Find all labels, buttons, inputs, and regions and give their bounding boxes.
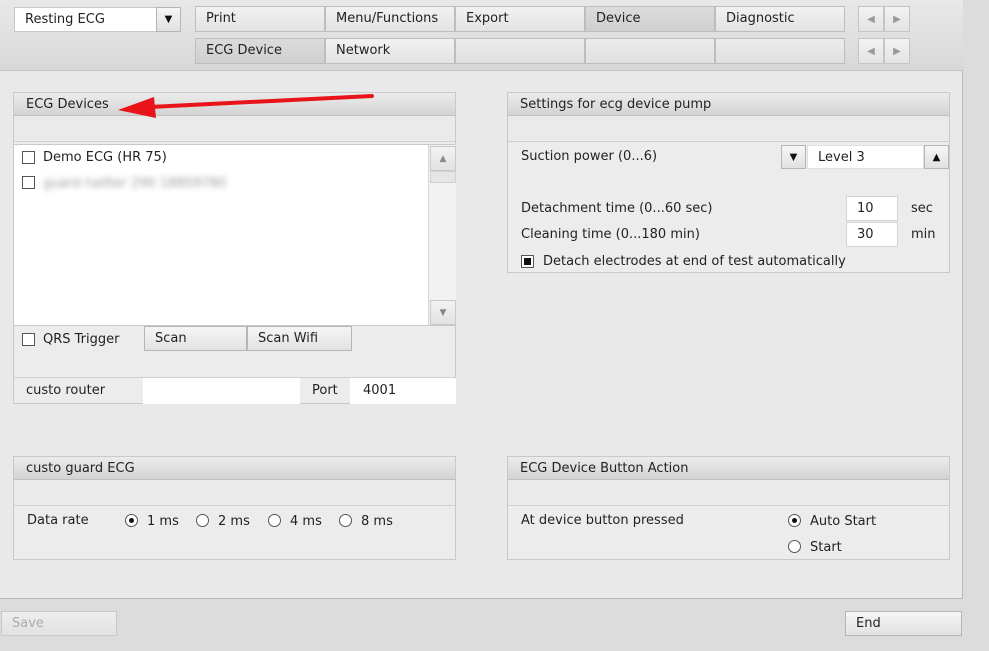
scan-button[interactable]: Scan [144,326,247,351]
scrollbar[interactable]: ▲ ▼ [428,145,456,325]
list-item[interactable]: Demo ECG (HR 75) [14,145,428,171]
group-title: ECG Device Button Action [508,457,949,480]
button-label: Scan Wifi [258,331,319,346]
custo-guard-group: custo guard ECG Data rate 1 ms 2 ms 4 ms… [13,456,456,560]
cleaning-time-label: Cleaning time (0...180 min) [521,227,700,242]
mode-select[interactable]: Resting ECG ▼ [14,7,181,32]
chevron-left-icon[interactable]: ◀ [858,6,884,32]
tab-label: Menu/Functions [336,11,439,26]
tab-label: Device [596,11,641,26]
tab-label: ECG Device [206,43,282,58]
mode-select-value: Resting ECG [25,12,105,27]
port-input[interactable]: 4001 [350,378,456,404]
cleaning-unit: min [911,227,936,242]
end-button[interactable]: End [845,611,962,636]
group-subheader [508,480,949,506]
main-panel: Resting ECG ▼ Print Menu/Functions Expor… [0,0,963,599]
router-row: custo router Port 4001 [14,377,456,404]
start-label: Start [810,540,842,555]
rate-radio-1ms[interactable] [125,514,138,527]
chevron-down-icon[interactable]: ▼ [156,7,181,32]
rate-label: 2 ms [218,514,250,529]
group-subheader [14,480,455,506]
save-button[interactable]: Save [1,611,117,636]
rate-radio-2ms[interactable] [196,514,209,527]
button-label: End [856,616,881,631]
tab-ecg-device[interactable]: ECG Device [195,38,325,64]
data-rate-label: Data rate [27,513,89,528]
button-action-group: ECG Device Button Action At device butto… [507,456,950,560]
device-checkbox[interactable] [22,176,35,189]
group-subheader [508,116,949,142]
router-input[interactable] [143,378,300,404]
port-label: Port [312,383,338,398]
tab-label: Print [206,11,236,26]
scan-wifi-button[interactable]: Scan Wifi [247,326,352,351]
device-label: guard hallter 290 18859780 [43,176,227,191]
chevron-right-icon[interactable]: ▶ [884,6,910,32]
rate-label: 4 ms [290,514,322,529]
annotation-arrow-icon [118,94,374,118]
tab-diagnostic[interactable]: Diagnostic [715,6,845,32]
cleaning-time-input[interactable]: 30 [846,222,898,247]
router-label: custo router [26,383,106,398]
detachment-time-input[interactable]: 10 [846,196,898,221]
button-label: Save [12,616,44,631]
top-toolbar: Resting ECG ▼ Print Menu/Functions Expor… [0,0,963,71]
tab-print[interactable]: Print [195,6,325,32]
detachment-unit: sec [911,201,933,216]
chevron-right-icon[interactable]: ▶ [884,38,910,64]
button-label: Scan [155,331,187,346]
list-item[interactable]: guard hallter 290 18859780 [14,171,428,197]
tab-device[interactable]: Device [585,6,715,32]
tab-label: Network [336,43,391,58]
device-list[interactable]: Demo ECG (HR 75) guard hallter 290 18859… [14,144,456,326]
rate-radio-8ms[interactable] [339,514,352,527]
tab-label: Diagnostic [726,11,795,26]
detach-auto-checkbox[interactable] [521,255,534,268]
auto-start-label: Auto Start [810,514,877,529]
device-label: Demo ECG (HR 75) [43,150,167,165]
tab-menu-functions[interactable]: Menu/Functions [325,6,455,32]
decrease-icon[interactable]: ▼ [781,145,806,169]
tab-label: Export [466,11,509,26]
tab-empty [455,38,585,64]
chevron-left-icon[interactable]: ◀ [858,38,884,64]
detach-auto-label: Detach electrodes at end of test automat… [543,254,846,269]
suction-power-value: Level 3 [818,150,865,165]
rate-radio-4ms[interactable] [268,514,281,527]
device-checkbox[interactable] [22,151,35,164]
start-radio[interactable] [788,540,801,553]
group-title: custo guard ECG [14,457,455,480]
scroll-thumb[interactable] [430,171,456,183]
scroll-up-icon[interactable]: ▲ [430,146,456,171]
suction-power-label: Suction power (0...6) [521,149,658,164]
tab-empty [585,38,715,64]
qrs-trigger-checkbox[interactable] [22,333,35,346]
button-action-prompt: At device button pressed [521,513,684,528]
pump-settings-group: Settings for ecg device pump Suction pow… [507,92,950,273]
tab-export[interactable]: Export [455,6,585,32]
rate-label: 1 ms [147,514,179,529]
increase-icon[interactable]: ▲ [924,145,949,169]
detachment-time-label: Detachment time (0...60 sec) [521,201,713,216]
group-title: Settings for ecg device pump [508,93,949,116]
ecg-devices-group: ECG Devices Demo ECG (HR 75) guard hallt… [13,92,456,404]
qrs-trigger-label: QRS Trigger [43,332,120,347]
auto-start-radio[interactable] [788,514,801,527]
suction-power-select[interactable]: Level 3 [807,145,924,169]
tab-empty [715,38,845,64]
tab-network[interactable]: Network [325,38,455,64]
scroll-down-icon[interactable]: ▼ [430,300,456,325]
rate-label: 8 ms [361,514,393,529]
